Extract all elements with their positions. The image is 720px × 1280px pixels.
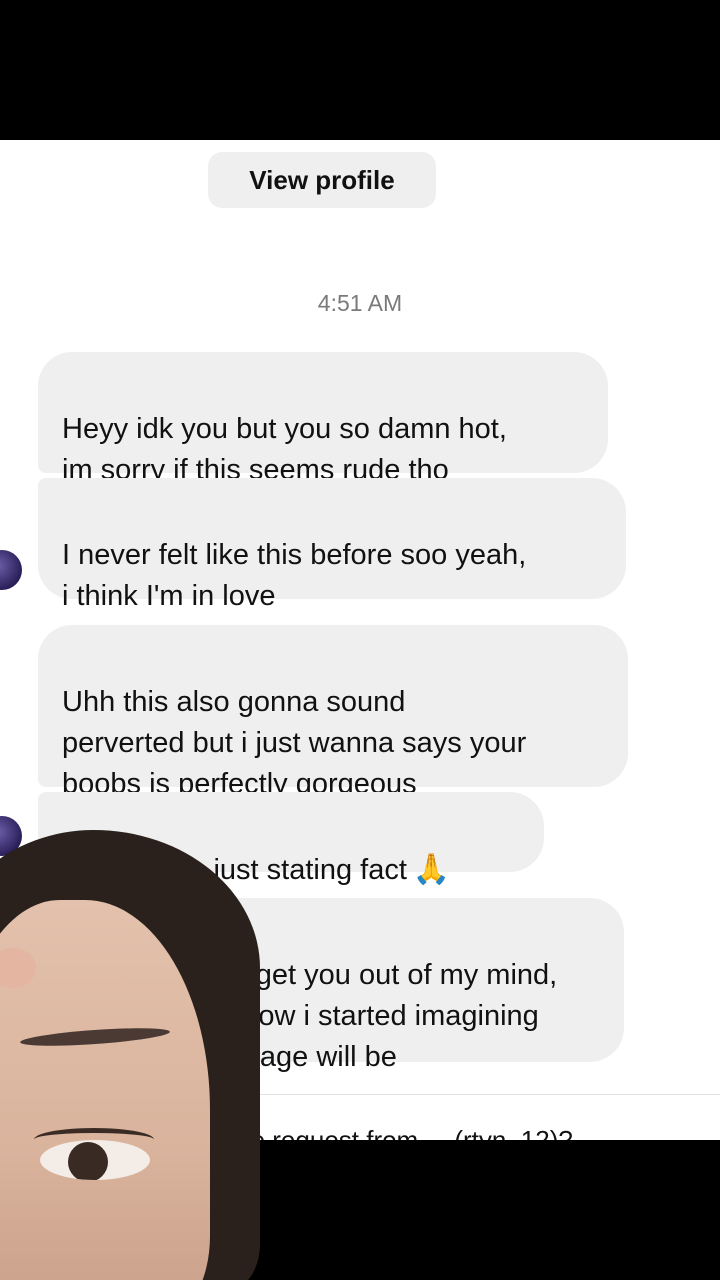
- message-request-banner: ...age request from ... (rtyn_12)?: [200, 1125, 573, 1140]
- message-text: n't get you out of my mind, n now i star…: [218, 959, 558, 1073]
- person-eye: [40, 1140, 150, 1180]
- folded-hands-emoji: 🙏: [412, 853, 451, 886]
- message-text: I never felt like this before soo yeah, …: [62, 539, 527, 612]
- message-text: Uhh this also gonna sound perverted but …: [62, 686, 527, 800]
- message-bubble[interactable]: Heyy idk you but you so damn hot, im sor…: [38, 352, 608, 486]
- divider: [200, 1094, 720, 1095]
- webcam-overlay: [0, 830, 260, 1280]
- message-text: Heyy idk you but you so damn hot, im sor…: [62, 413, 507, 486]
- avatar-icon[interactable]: [0, 550, 22, 590]
- message-bubble[interactable]: I never felt like this before soo yeah, …: [38, 478, 626, 612]
- letterbox-top: [0, 0, 720, 140]
- view-profile-button[interactable]: View profile: [208, 152, 436, 208]
- message-bubble[interactable]: Uhh this also gonna sound perverted but …: [38, 625, 628, 800]
- message-timestamp: 4:51 AM: [317, 290, 403, 316]
